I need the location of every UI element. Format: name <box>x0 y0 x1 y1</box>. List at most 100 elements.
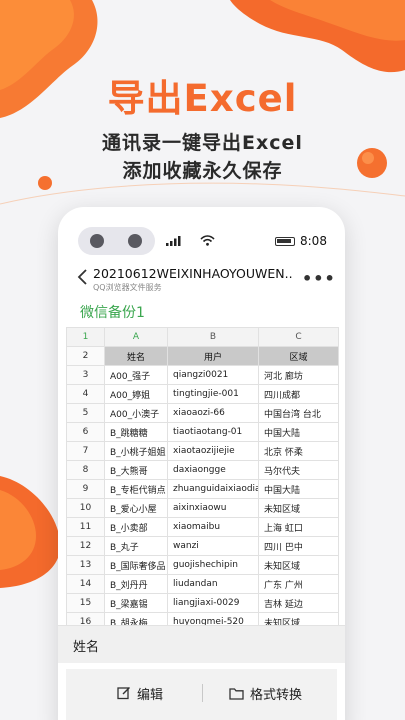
cell-region[interactable]: 北京 怀柔 <box>258 441 339 461</box>
table-row: 14 B_刘丹丹 liudandan 广东 广州 <box>66 574 339 594</box>
cell-region[interactable]: 区域 <box>258 346 339 366</box>
cell-user[interactable]: wanzi <box>167 536 259 556</box>
sheet-name-tab[interactable]: 微信备份1 <box>80 302 145 322</box>
row-number[interactable]: 2 <box>66 346 105 366</box>
table-row: 9 B_专柜代销点 zhuanguidaixiaodian 中国大陆 <box>66 479 339 499</box>
cell-user[interactable]: guojishechipin <box>167 555 259 575</box>
cell-region[interactable]: 未知区域 <box>258 555 339 575</box>
cell-user[interactable]: aixinxiaowu <box>167 498 259 518</box>
document-titlebar: 20210612WEIXINHAOYOUWEN... QQ浏览器文件服务 ••• <box>58 263 345 297</box>
row-number[interactable]: 10 <box>66 498 105 518</box>
document-title: 20210612WEIXINHAOYOUWEN... <box>93 266 293 281</box>
row-number[interactable]: 12 <box>66 536 105 556</box>
cell-user[interactable]: xiaotaozijiejie <box>167 441 259 461</box>
folder-icon <box>229 687 244 700</box>
cell-user[interactable]: tingtingjie-001 <box>167 384 259 404</box>
camera-pill <box>78 227 155 255</box>
cell-content-text: 姓名 <box>73 640 100 655</box>
table-row: 7 B_小桃子姐姐 xiaotaozijiejie 北京 怀柔 <box>66 441 339 461</box>
table-row: 4 A00_婷姐 tingtingjie-001 四川成都 <box>66 384 339 404</box>
document-subtitle: QQ浏览器文件服务 <box>93 283 162 292</box>
cell-region[interactable]: 河北 廊坊 <box>258 365 339 385</box>
sheet-header-row: 2 姓名 用户 区域 <box>66 346 339 366</box>
cell-name[interactable]: B_专柜代销点 <box>104 479 168 499</box>
camera-dot-icon <box>90 234 104 248</box>
cell-user[interactable]: tiaotiaotang-01 <box>167 422 259 442</box>
status-time: 8:08 <box>300 234 327 248</box>
table-row: 10 B_爱心小屋 aixinxiaowu 未知区域 <box>66 498 339 518</box>
wifi-icon <box>200 235 215 246</box>
cell-user[interactable]: daxiaongge <box>167 460 259 480</box>
cell-name[interactable]: B_大熊哥 <box>104 460 168 480</box>
action-divider <box>202 684 203 702</box>
table-row: 15 B_梁嘉锡 liangjiaxi-0029 吉林 延边 <box>66 593 339 613</box>
cell-region[interactable]: 吉林 延边 <box>258 593 339 613</box>
edit-button-label: 编辑 <box>137 687 164 703</box>
table-row: 6 B_跳糖糖 tiaotiaotang-01 中国大陆 <box>66 422 339 442</box>
signal-icon <box>166 236 181 246</box>
row-number[interactable]: 15 <box>66 593 105 613</box>
row-number[interactable]: 6 <box>66 422 105 442</box>
cell-name[interactable]: B_小卖部 <box>104 517 168 537</box>
promo-subline-1: 通讯录一键导出Excel <box>102 132 303 154</box>
cell-name[interactable]: B_跳糖糖 <box>104 422 168 442</box>
cell-region[interactable]: 马尔代夫 <box>258 460 339 480</box>
status-bar: 8:08 <box>58 207 345 257</box>
cell-user[interactable]: zhuanguidaixiaodian <box>167 479 259 499</box>
cell-user[interactable]: xiaoaozi-66 <box>167 403 259 423</box>
row-number[interactable]: 11 <box>66 517 105 537</box>
cell-name[interactable]: B_梁嘉锡 <box>104 593 168 613</box>
row-number[interactable]: 9 <box>66 479 105 499</box>
more-menu-button[interactable]: ••• <box>302 269 336 288</box>
row-number[interactable]: 14 <box>66 574 105 594</box>
cell-user[interactable]: liudandan <box>167 574 259 594</box>
edit-button[interactable]: 编辑 <box>117 681 163 705</box>
row-number[interactable]: 5 <box>66 403 105 423</box>
phone-mockup: 8:08 20210612WEIXINHAOYOUWEN... QQ浏览器文件服… <box>58 207 345 720</box>
cell-user[interactable]: 用户 <box>167 346 259 366</box>
cell-region[interactable]: C <box>258 327 339 347</box>
cell-name[interactable]: A00_小澳子 <box>104 403 168 423</box>
cell-region[interactable]: 四川成都 <box>258 384 339 404</box>
cell-user[interactable]: liangjiaxi-0029 <box>167 593 259 613</box>
cell-name[interactable]: B_爱心小屋 <box>104 498 168 518</box>
promo-subline-2: 添加收藏永久保存 <box>122 160 283 182</box>
row-number[interactable]: 3 <box>66 365 105 385</box>
table-row: 5 A00_小澳子 xiaoaozi-66 中国台湾 台北 <box>66 403 339 423</box>
format-convert-button[interactable]: 格式转换 <box>229 681 302 705</box>
row-number[interactable]: 1 <box>66 327 105 347</box>
cell-user[interactable]: xiaomaibu <box>167 517 259 537</box>
action-bar-inner: 编辑 格式转换 <box>66 669 337 720</box>
cell-content-bar[interactable]: 姓名 <box>58 625 345 663</box>
cell-name[interactable]: B_丸子 <box>104 536 168 556</box>
cell-region[interactable]: 中国大陆 <box>258 422 339 442</box>
edit-icon <box>117 687 130 700</box>
table-row: 11 B_小卖部 xiaomaibu 上海 虹口 <box>66 517 339 537</box>
row-number[interactable]: 13 <box>66 555 105 575</box>
camera-dot-icon <box>128 234 142 248</box>
cell-name[interactable]: A00_婷姐 <box>104 384 168 404</box>
cell-region[interactable]: 中国台湾 台北 <box>258 403 339 423</box>
cell-name[interactable]: B_刘丹丹 <box>104 574 168 594</box>
cell-user[interactable]: B <box>167 327 259 347</box>
cell-name[interactable]: A <box>104 327 168 347</box>
cell-name[interactable]: B_国际奢侈品 <box>104 555 168 575</box>
row-number[interactable]: 8 <box>66 460 105 480</box>
back-chevron-icon[interactable] <box>74 267 92 287</box>
cell-region[interactable]: 广东 广州 <box>258 574 339 594</box>
cell-name[interactable]: A00_强子 <box>104 365 168 385</box>
cell-name[interactable]: B_小桃子姐姐 <box>104 441 168 461</box>
cell-region[interactable]: 四川 巴中 <box>258 536 339 556</box>
cell-region[interactable]: 上海 虹口 <box>258 517 339 537</box>
cell-region[interactable]: 中国大陆 <box>258 479 339 499</box>
table-row: 12 B_丸子 wanzi 四川 巴中 <box>66 536 339 556</box>
cell-region[interactable]: 未知区域 <box>258 498 339 518</box>
table-row: 3 A00_强子 qiangzi0021 河北 廊坊 <box>66 365 339 385</box>
spreadsheet-grid: 1 A B C 2 姓名 用户 区域 3 A00_强子 qiangzi0021 河北 廊坊 4 A00_婷… <box>66 327 339 632</box>
row-number[interactable]: 7 <box>66 441 105 461</box>
battery-icon <box>275 237 295 246</box>
action-bar: 编辑 格式转换 <box>58 669 345 720</box>
row-number[interactable]: 4 <box>66 384 105 404</box>
cell-user[interactable]: qiangzi0021 <box>167 365 259 385</box>
cell-name[interactable]: 姓名 <box>104 346 168 366</box>
